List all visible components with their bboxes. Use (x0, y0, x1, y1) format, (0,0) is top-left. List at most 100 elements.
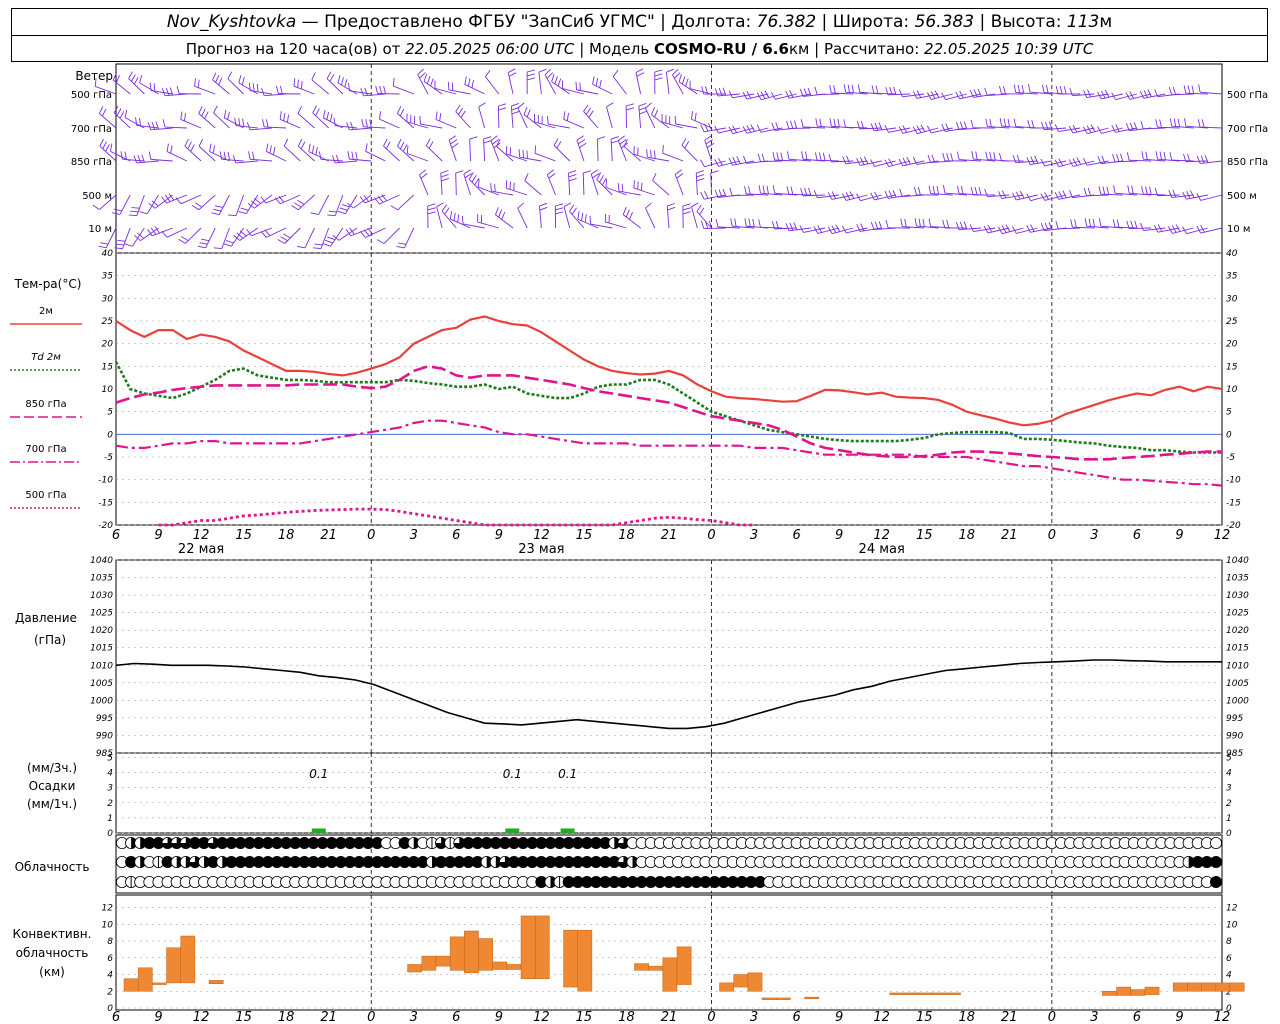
wind-barb-feather (1074, 219, 1077, 228)
hour-tick-label: 9 (495, 528, 503, 543)
wind-barb-feather (269, 145, 272, 154)
conv-ytick-right: 0 (1226, 1004, 1232, 1014)
wind-barb-feather (367, 227, 374, 235)
wind-barb-feather (597, 136, 606, 140)
wind-barb-feather (1159, 119, 1162, 128)
hour-tick-label: 9 (835, 528, 843, 543)
prec-ytick-left: 1 (107, 814, 113, 824)
wind-barb-feather (1088, 218, 1092, 227)
wind-barb-feather (430, 78, 434, 87)
hour-tick-label: 15 (576, 1010, 593, 1024)
wind-barb-feather (833, 118, 836, 127)
wind-barb-staff (606, 106, 613, 129)
temp-ytick-right: 35 (1226, 272, 1238, 282)
wind-barb-feather (548, 173, 556, 179)
pres-ytick-left: 1020 (90, 626, 113, 636)
convective-bar (1144, 986, 1160, 995)
wind-barb-feather (942, 152, 946, 161)
wind-barb-staff (519, 156, 542, 162)
wind-barb-feather (913, 186, 917, 195)
temp-ytick-right: 40 (1226, 249, 1238, 259)
pres-ytick-right: 1005 (1226, 679, 1249, 689)
wind-barb-feather (1145, 186, 1148, 195)
wind-barb-feather (191, 204, 200, 211)
wind-barb-feather (715, 219, 719, 228)
convective-bar (1102, 991, 1117, 996)
temp-ytick-right: 0 (1226, 430, 1232, 440)
wind-barb-feather (696, 174, 705, 178)
wind-barb-feather (694, 112, 697, 121)
wind-barb-feather (526, 69, 535, 73)
prec-unit1: (мм/1ч.) (27, 797, 77, 811)
wind-barb-feather (469, 136, 478, 140)
wind-barb-feather (329, 113, 333, 122)
wind-barb-feather (652, 173, 657, 181)
wind-barb-feather (1201, 119, 1205, 128)
wind-barb-feather (946, 152, 950, 161)
wind-barb-feather (1021, 85, 1025, 94)
wind-barb-feather (685, 78, 689, 87)
wind-barb-feather (213, 208, 222, 212)
wind-barb-feather (223, 109, 227, 118)
wind-barb-staff (212, 79, 230, 95)
wind-barb-feather (654, 73, 663, 77)
wind-barb-feather (829, 85, 832, 94)
wind-barb-feather (1196, 155, 1201, 164)
wind-barb-feather (728, 90, 733, 98)
wind-barb-feather (622, 207, 627, 215)
wind-barb-staff (1185, 160, 1208, 163)
wind-barb-feather (165, 87, 170, 96)
wind-barb-feather (730, 218, 733, 227)
wind-barb-staff (435, 119, 457, 129)
wind-barb-staff (184, 145, 202, 162)
wind-barb-feather (975, 151, 978, 160)
precip-bar (560, 828, 575, 833)
wind-barb-feather (232, 155, 237, 164)
wind-barb-feather (201, 108, 206, 117)
wind-barb-feather (1163, 151, 1166, 160)
wind-barb-feather (279, 111, 282, 120)
wind-barb-feather (508, 72, 517, 77)
wind-barb-feather (351, 151, 354, 160)
hour-tick-label: 15 (576, 528, 593, 543)
wind-barb-feather (577, 139, 586, 145)
wind-barb-feather (950, 153, 954, 161)
temp-ytick-left: 15 (102, 362, 114, 372)
wind-barb-feather (346, 202, 354, 209)
wind-barb-feather (756, 124, 762, 133)
wind-barb-feather (672, 68, 679, 76)
hour-tick-label: 15 (916, 1010, 933, 1024)
wind-barb-feather (277, 239, 285, 244)
wind-barb-feather (215, 74, 220, 83)
temp-series-1 (114, 361, 1222, 454)
wind-barb-feather (212, 72, 217, 81)
wind-barb-feather (863, 156, 869, 165)
hour-tick-label: 12 (193, 528, 210, 543)
wind-barb-feather (583, 104, 589, 112)
wind-barb-staff (312, 112, 330, 129)
wind-barb-feather (184, 138, 189, 147)
wind-barb-feather (213, 247, 222, 250)
wind-barb-feather (98, 245, 107, 249)
wind-barb-feather (228, 214, 237, 217)
wind-barb-feather (455, 104, 461, 112)
temp-ytick-right: 5 (1226, 408, 1232, 418)
wind-barb-feather (364, 87, 368, 96)
wind-barb-feather (625, 209, 630, 218)
wind-barb-feather (748, 218, 751, 227)
wind-barb-feather (610, 136, 619, 140)
wind-barb-feather (400, 141, 405, 150)
wind-barb-feather (790, 186, 794, 195)
wind-barb-feather (275, 85, 279, 94)
temp-series-4 (158, 507, 755, 527)
conv-title-1: Конвективн. (13, 927, 92, 941)
wind-barb-feather (1034, 155, 1039, 164)
wind-barb-feather (115, 243, 124, 246)
wind-barb-feather (325, 239, 333, 244)
wind-barb-feather (507, 68, 516, 73)
hour-tick-label: 21 (320, 528, 337, 543)
hour-tick-label: 6 (452, 1010, 460, 1024)
wind-barb-feather (133, 76, 139, 85)
pres-ytick-left: 1005 (90, 679, 113, 689)
wind-barb-feather (1169, 152, 1173, 161)
